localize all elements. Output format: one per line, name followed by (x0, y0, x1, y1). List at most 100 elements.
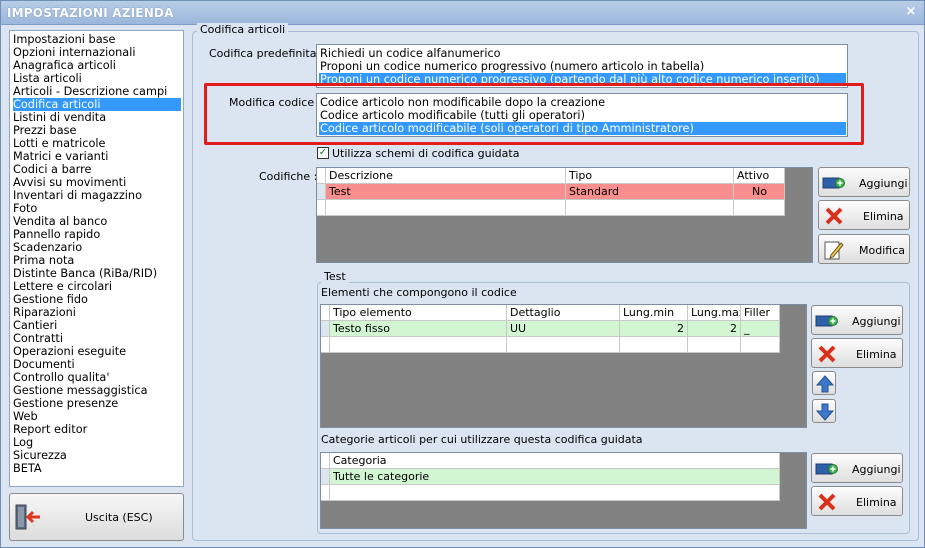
sidebar-item[interactable]: BETA (13, 462, 181, 475)
arrow-up-icon (815, 375, 835, 393)
sidebar-item[interactable]: Operazioni eseguite (13, 345, 181, 358)
codifica-predefinita-list[interactable]: Richiedi un codice alfanumerico Proponi … (316, 44, 848, 88)
sidebar-item[interactable]: Web (13, 410, 181, 423)
table-cell[interactable]: _ (741, 321, 780, 337)
add-icon (815, 463, 838, 475)
sidebar-item[interactable]: Foto (13, 202, 181, 215)
table-cell[interactable]: Tutte le categorie (330, 469, 780, 485)
sidebar-item[interactable]: Contratti (13, 332, 181, 345)
sidebar-item[interactable]: Avvisi su movimenti (13, 176, 181, 189)
sidebar-item[interactable]: Codici a barre (13, 163, 181, 176)
table-cell[interactable] (688, 337, 741, 353)
sidebar-item[interactable]: Lotti e matricole (13, 137, 181, 150)
sidebar-item[interactable]: Listini di vendita (13, 111, 181, 124)
sidebar-item[interactable]: Articoli - Descrizione campi (13, 85, 181, 98)
codifica-predefinita-label: Codifica predefinita : (209, 47, 324, 60)
table-cell[interactable]: UU (507, 321, 620, 337)
delete-icon (818, 345, 836, 363)
table-cell[interactable] (326, 200, 566, 216)
categories-grid[interactable]: Categoria Tutte le categorie (320, 452, 807, 529)
sidebar-item[interactable]: Gestione messaggistica (13, 384, 181, 397)
guided-coding-label: Utilizza schemi di codifica guidata (332, 147, 520, 160)
column-header[interactable]: Dettaglio (507, 305, 620, 321)
delete-element-button[interactable]: Elimina (811, 338, 903, 368)
sidebar-item[interactable]: Opzioni internazionali (13, 46, 181, 59)
title-bar: IMPOSTAZIONI AZIENDA × (1, 1, 924, 25)
sidebar-item[interactable]: Log (13, 436, 181, 449)
sidebar-item[interactable]: Report editor (13, 423, 181, 436)
sidebar-item[interactable]: Impostazioni base (13, 33, 181, 46)
add-category-label: Aggiungi (852, 463, 901, 476)
add-codifica-label: Aggiungi (859, 177, 908, 190)
sidebar-item[interactable]: Prima nota (13, 254, 181, 267)
codifiche-label: Codifiche : (259, 170, 318, 183)
table-cell[interactable] (330, 337, 507, 353)
delete-codifica-button[interactable]: Elimina (818, 200, 910, 230)
delete-icon (825, 207, 843, 225)
sidebar-item[interactable]: Prezzi base (13, 124, 181, 137)
column-header[interactable]: Lung.min (620, 305, 688, 321)
add-icon (815, 315, 838, 327)
table-cell[interactable] (566, 200, 734, 216)
sidebar-item[interactable]: Pannello rapido (13, 228, 181, 241)
edit-icon (824, 241, 844, 260)
sidebar-item[interactable]: Controllo qualita' (13, 371, 181, 384)
table-cell[interactable]: Test (326, 184, 566, 200)
grid-corner (321, 305, 330, 321)
sidebar-item[interactable]: Matrici e varianti (13, 150, 181, 163)
row-indicator (321, 485, 330, 501)
edit-codifica-label: Modifica (859, 244, 905, 257)
elements-grid[interactable]: Tipo elemento Dettaglio Lung.min Lung.ma… (320, 304, 807, 428)
column-header[interactable]: Lung.max (688, 305, 741, 321)
move-down-button[interactable] (812, 399, 836, 423)
table-cell[interactable]: No (734, 184, 785, 200)
sidebar-item[interactable]: Documenti (13, 358, 181, 371)
codifiche-grid[interactable]: Descrizione Tipo Attivo Test Standard No (316, 167, 813, 263)
table-cell[interactable] (620, 337, 688, 353)
sidebar-item[interactable]: Lettere e circolari (13, 280, 181, 293)
sidebar-list[interactable]: Impostazioni base Opzioni internazionali A… (9, 30, 184, 487)
codifica-group-label: Codifica articoli (197, 23, 289, 36)
column-header[interactable]: Attivo (734, 168, 785, 184)
sidebar-item[interactable]: Distinte Banca (RiBa/RID) (13, 267, 181, 280)
add-element-button[interactable]: Aggiungi (811, 305, 903, 335)
table-cell[interactable]: Testo fisso (330, 321, 507, 337)
table-cell[interactable] (734, 200, 785, 216)
delete-category-button[interactable]: Elimina (811, 486, 903, 516)
sidebar-item[interactable]: Lista articoli (13, 72, 181, 85)
column-header[interactable]: Filler (741, 305, 780, 321)
column-header[interactable]: Categoria (330, 453, 780, 469)
guided-coding-checkbox[interactable]: ✓ (317, 147, 329, 159)
sidebar-item[interactable]: Gestione presenze (13, 397, 181, 410)
sidebar-item[interactable]: Scadenzario (13, 241, 181, 254)
table-cell[interactable] (330, 485, 780, 501)
edit-codifica-button[interactable]: Modifica (818, 234, 910, 264)
sidebar-item[interactable]: Sicurezza (13, 449, 181, 462)
column-header[interactable]: Tipo (566, 168, 734, 184)
exit-button[interactable]: Uscita (ESC) (9, 493, 184, 541)
table-cell[interactable]: 2 (688, 321, 741, 337)
close-icon[interactable]: × (903, 4, 919, 20)
column-header[interactable]: Descrizione (326, 168, 566, 184)
sidebar-item[interactable]: Cantieri (13, 319, 181, 332)
annotation-highlight-box (204, 83, 864, 145)
list-item[interactable]: Richiedi un codice alfanumerico (319, 47, 501, 60)
table-cell[interactable]: 2 (620, 321, 688, 337)
sidebar-item[interactable]: Gestione fido (13, 293, 181, 306)
sidebar-item[interactable]: Riparazioni (13, 306, 181, 319)
table-cell[interactable]: Standard (566, 184, 734, 200)
table-cell[interactable] (741, 337, 780, 353)
move-up-button[interactable] (812, 371, 836, 395)
column-header[interactable]: Tipo elemento (330, 305, 507, 321)
sidebar-item[interactable]: Inventari di magazzino (13, 189, 181, 202)
list-item[interactable]: Proponi un codice numerico progressivo (… (319, 60, 704, 73)
add-category-button[interactable]: Aggiungi (811, 453, 903, 483)
row-indicator (321, 321, 330, 337)
sidebar-item-selected[interactable]: Codifica articoli (13, 98, 181, 111)
table-cell[interactable] (507, 337, 620, 353)
sidebar-item[interactable]: Vendita al banco (13, 215, 181, 228)
delete-category-label: Elimina (856, 496, 897, 509)
add-codifica-button[interactable]: Aggiungi (818, 167, 910, 197)
row-indicator (321, 469, 330, 485)
sidebar-item[interactable]: Anagrafica articoli (13, 59, 181, 72)
